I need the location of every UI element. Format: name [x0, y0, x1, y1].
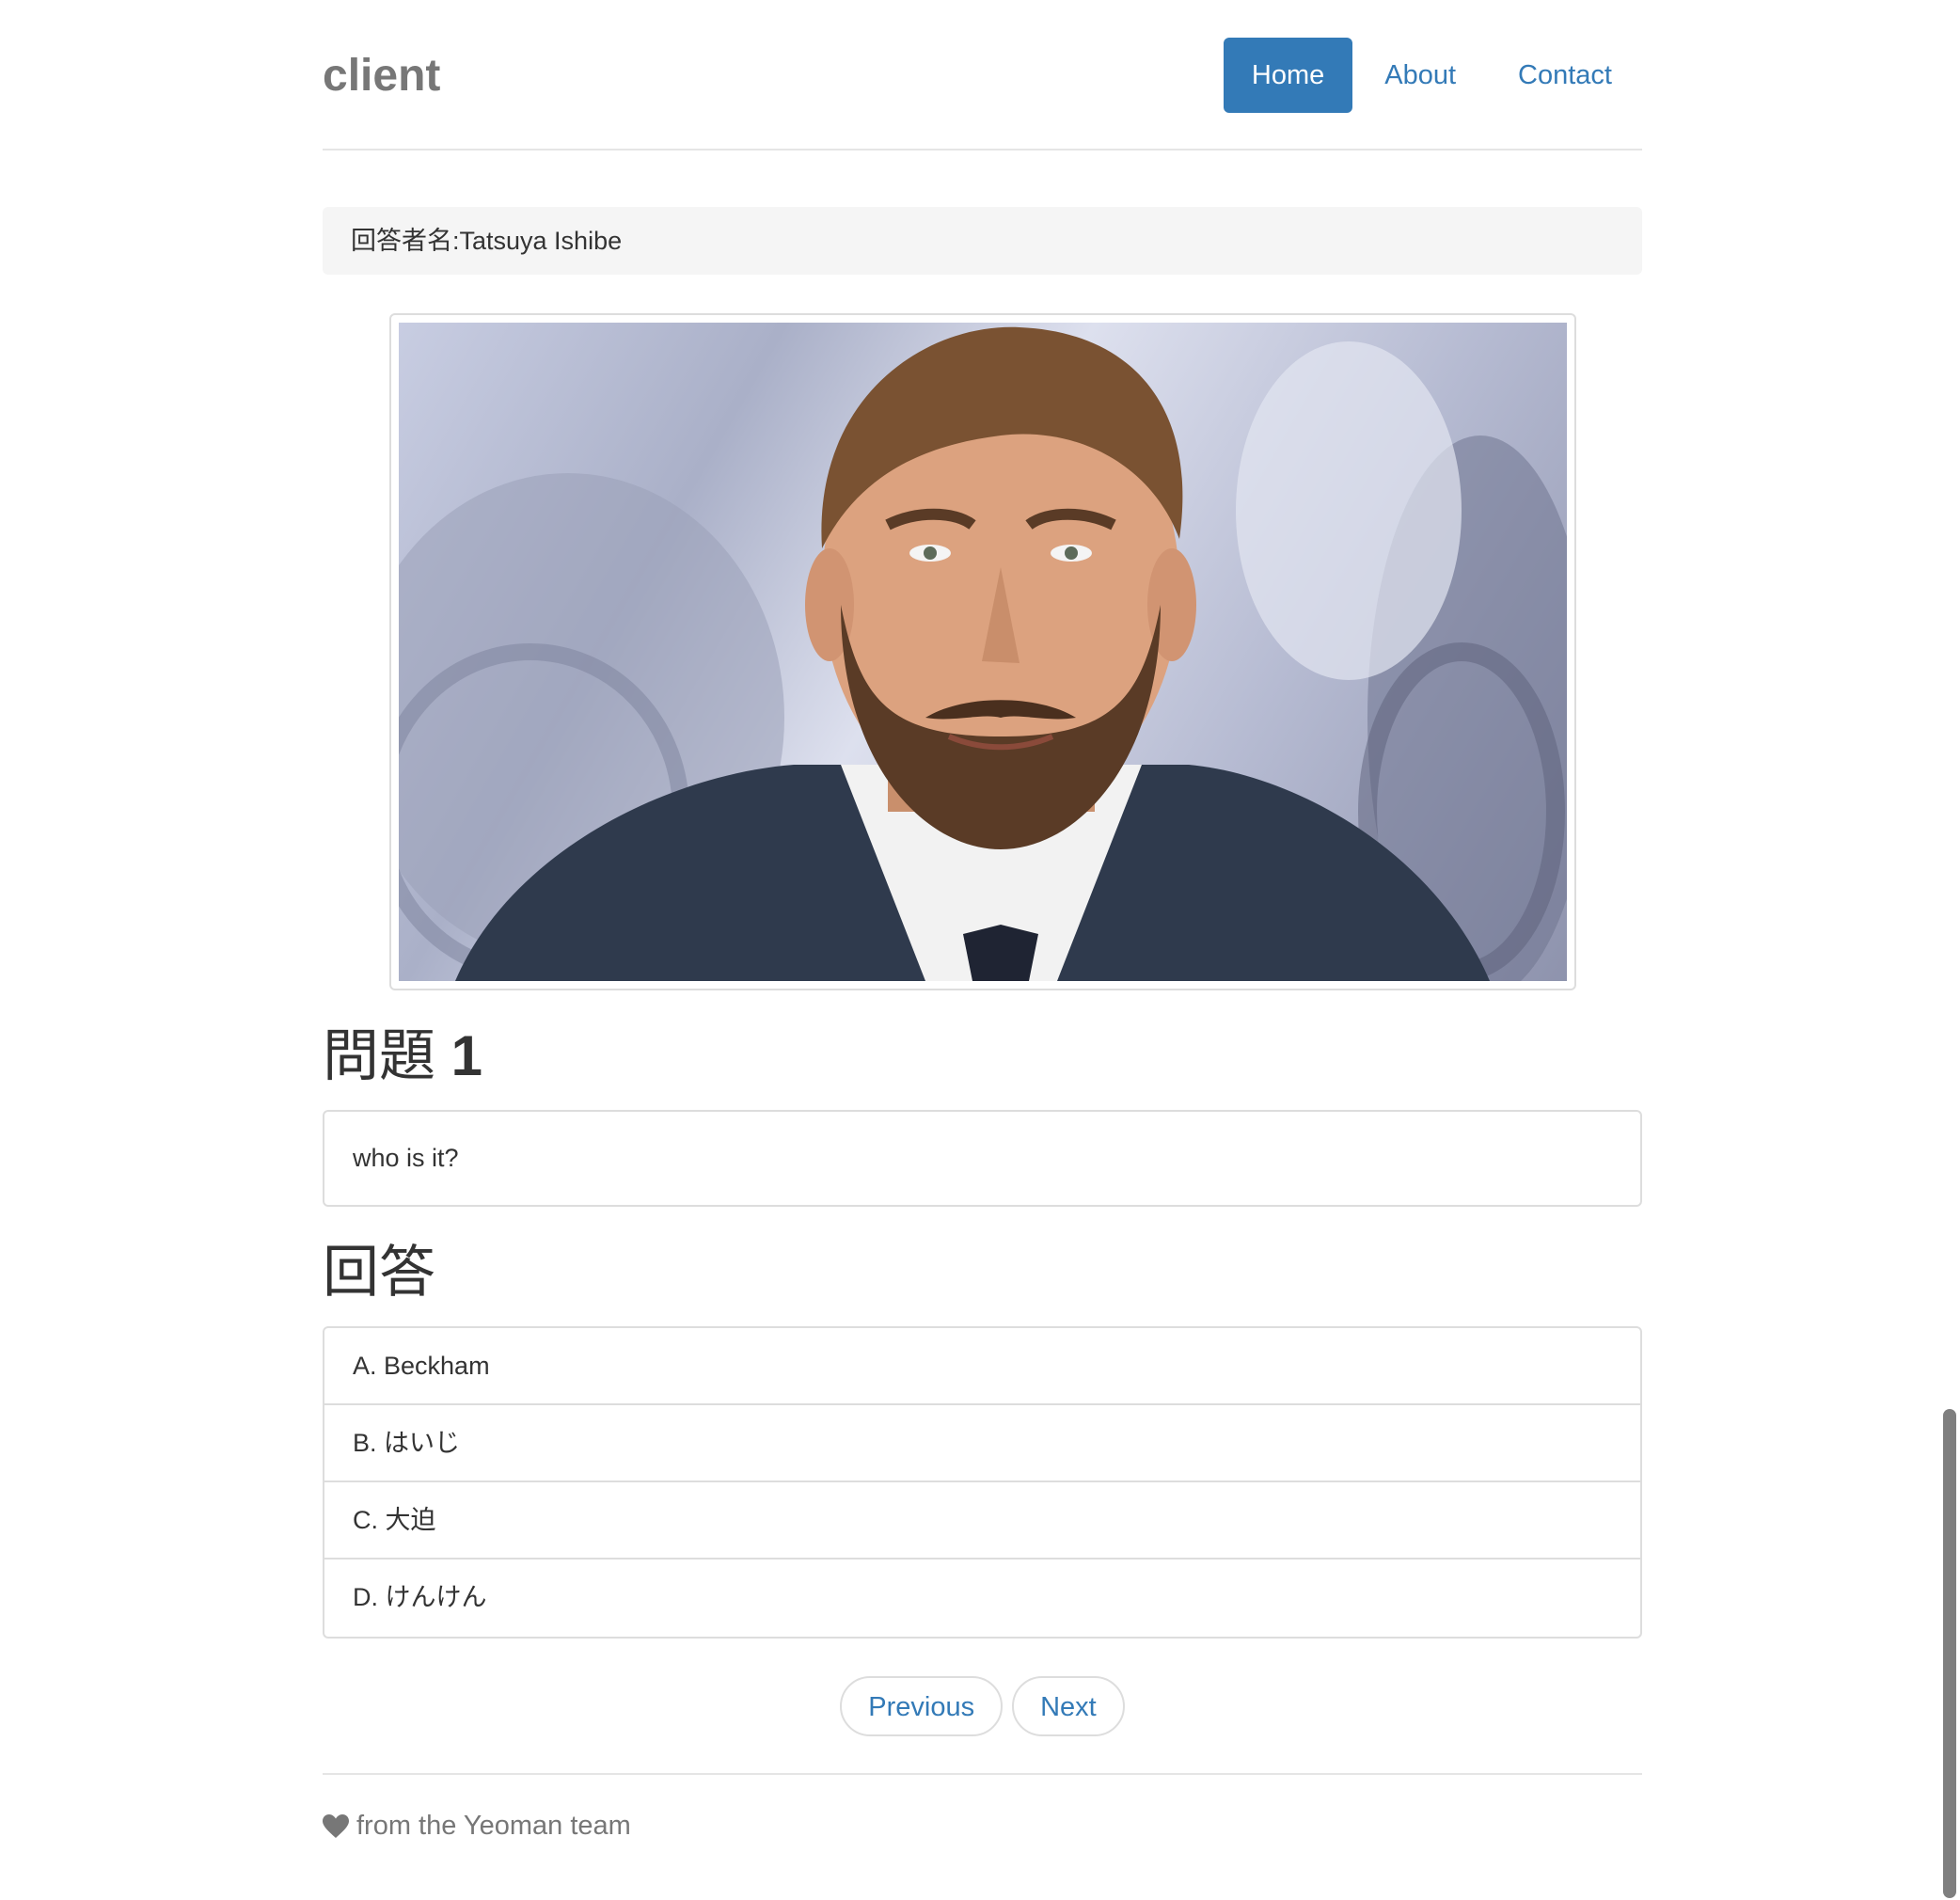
nav-about-link[interactable]: About [1354, 38, 1486, 113]
scrollbar-thumb[interactable] [1943, 1409, 1956, 1898]
page: client Home About Contact 回答者名:Tatsuya I… [0, 0, 1960, 1900]
previous-button[interactable]: Previous [840, 1676, 1004, 1736]
footer-text: from the Yeoman team [356, 1811, 631, 1841]
header: client Home About Contact [323, 0, 1642, 150]
nav-contact-link[interactable]: Contact [1488, 38, 1642, 113]
answer-option-c[interactable]: C. 大迫 [324, 1482, 1640, 1560]
answer-option-d[interactable]: D. けんけん [324, 1560, 1640, 1637]
question-heading-prefix: 問題 [323, 1024, 435, 1087]
question-number: 1 [450, 1024, 483, 1087]
answer-option-b[interactable]: B. はいじ [324, 1405, 1640, 1482]
question-image-thumbnail [389, 313, 1576, 990]
heart-icon [323, 1813, 349, 1839]
question-heading: 問題 1 [323, 1023, 482, 1089]
brand-title: client [323, 51, 441, 101]
nav-home-link[interactable]: Home [1223, 38, 1353, 113]
portrait-photo [399, 323, 1567, 981]
respondent-name-well: 回答者名:Tatsuya Ishibe [323, 207, 1642, 275]
answer-list: A. Beckham B. はいじ C. 大迫 D. けんけん [323, 1326, 1642, 1639]
next-button[interactable]: Next [1012, 1676, 1125, 1736]
footer: from the Yeoman team [323, 1773, 1642, 1842]
question-text-panel: who is it? [323, 1110, 1642, 1207]
answer-heading: 回答 [323, 1241, 435, 1304]
answer-option-a[interactable]: A. Beckham [324, 1328, 1640, 1405]
nav-pills: Home About Contact [1222, 38, 1642, 113]
main-container: client Home About Contact 回答者名:Tatsuya I… [323, 0, 1642, 1841]
pager: Previous Next [323, 1676, 1642, 1736]
vertical-scrollbar[interactable] [1939, 0, 1960, 1900]
